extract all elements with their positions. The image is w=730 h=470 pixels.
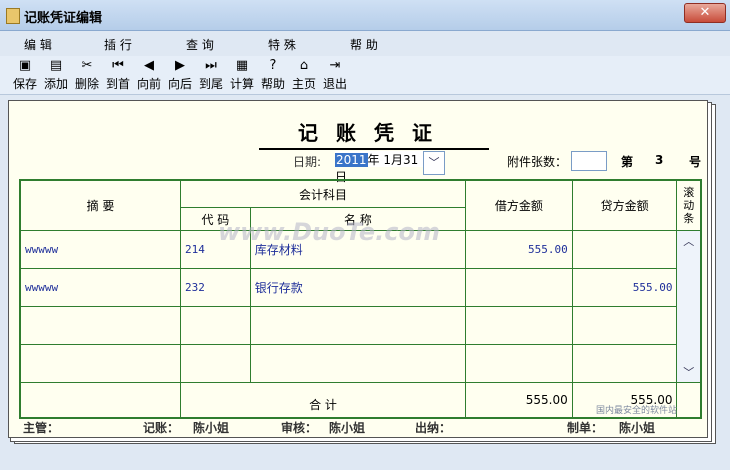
- delete-icon: ✂: [81, 58, 93, 73]
- header-debit: 借方金额: [464, 179, 573, 231]
- previous-button[interactable]: ◀ 向前: [134, 58, 164, 92]
- save-icon: ▣: [18, 58, 32, 73]
- bookkeeper-name: 陈小姐: [193, 421, 230, 435]
- voucher-sheet: 记账凭证 日期: 2011年 1月31日 ﹀ 附件张数： 第 3 号 摘 要 会…: [8, 100, 708, 438]
- voucher-table: 摘 要 会计科目 借方金额 贷方金额 滚动条 代 码 名 称 wwwww 214…: [19, 179, 702, 419]
- help-button[interactable]: ? 帮助: [258, 58, 288, 92]
- cashier-label: 出纳：: [415, 421, 452, 435]
- summary-cell[interactable]: [19, 344, 181, 383]
- add-icon: ▤: [49, 58, 63, 73]
- window-title: 记账凭证编辑: [24, 11, 103, 26]
- code-cell[interactable]: 232: [179, 268, 251, 307]
- credit-cell[interactable]: 555.00: [571, 268, 678, 307]
- attachments-label: 附件张数：: [507, 155, 568, 169]
- scroll-up-icon[interactable]: ︿: [677, 233, 700, 249]
- last-icon: ⏭: [205, 58, 217, 73]
- calculator-button[interactable]: ▦ 计算: [227, 58, 257, 92]
- attachments-input[interactable]: [571, 151, 607, 171]
- code-cell[interactable]: [179, 344, 251, 383]
- first-icon: ⏮: [112, 58, 124, 73]
- save-button[interactable]: ▣ 保存: [10, 58, 40, 92]
- header-summary: 摘 要: [19, 179, 181, 231]
- close-button[interactable]: ✕: [684, 3, 726, 23]
- voucher-number: 3: [655, 153, 664, 167]
- app-icon: [6, 8, 20, 24]
- scroll-down-icon[interactable]: ﹀: [677, 364, 700, 380]
- menu-insert-row[interactable]: 插 行: [104, 36, 132, 53]
- prev-icon: ◀: [144, 58, 154, 73]
- watermark: www.DuoTe.com: [218, 218, 440, 246]
- total-scroll-blank: [676, 382, 702, 419]
- menu-help[interactable]: 帮 助: [350, 36, 378, 53]
- last-button[interactable]: ⏭ 到尾: [196, 58, 226, 92]
- header-scroll: 滚动条: [676, 179, 702, 231]
- credit-cell[interactable]: [571, 306, 678, 345]
- menu-bar: 编 辑 插 行 查 询 特 殊 帮 助: [0, 31, 730, 55]
- add-button[interactable]: ▤ 添加: [41, 58, 71, 92]
- calculator-icon: ▦: [235, 58, 249, 73]
- home-icon: ⌂: [299, 58, 309, 73]
- voucher-number-suffix: 号: [689, 155, 702, 169]
- help-icon: ?: [269, 58, 277, 73]
- next-button[interactable]: ▶ 向后: [165, 58, 195, 92]
- date-dropdown-button[interactable]: ﹀: [423, 151, 445, 175]
- date-label: 日期:: [293, 155, 322, 169]
- maker-label: 制单：: [567, 421, 604, 435]
- table-row[interactable]: wwwww 232 银行存款 555.00: [19, 268, 701, 307]
- name-cell[interactable]: [249, 344, 466, 383]
- total-label: 合 计: [179, 382, 466, 419]
- date-year: 2011: [335, 153, 368, 167]
- summary-cell[interactable]: [19, 306, 181, 345]
- name-cell[interactable]: 银行存款: [249, 268, 466, 307]
- voucher-title: 记账凭证: [259, 117, 489, 150]
- summary-cell[interactable]: wwwww: [19, 230, 181, 269]
- toolbar: ▣ 保存 ▤ 添加 ✂ 删除 ⏮ 到首 ◀ 向前 ▶ 向后 ⏭ 到尾 ▦ 计算 ? 帮助 ⌂ 主页 …: [0, 56, 730, 95]
- chevron-down-icon: ﹀: [428, 156, 440, 169]
- vertical-scrollbar[interactable]: ︿ ﹀: [676, 230, 702, 383]
- title-bar: 记账凭证编辑 ✕: [0, 0, 730, 31]
- summary-cell[interactable]: wwwww: [19, 268, 181, 307]
- exit-icon: ⇥: [329, 58, 341, 73]
- debit-cell[interactable]: 555.00: [464, 230, 573, 269]
- exit-button[interactable]: ⇥ 退出: [320, 58, 350, 92]
- home-button[interactable]: ⌂ 主页: [289, 58, 319, 92]
- maker-name: 陈小姐: [619, 421, 656, 435]
- voucher-number-label: 第: [621, 155, 634, 169]
- debit-cell[interactable]: [464, 268, 573, 307]
- name-cell[interactable]: [249, 306, 466, 345]
- reviewer-name: 陈小姐: [329, 421, 366, 435]
- supervisor-label: 主管：: [23, 421, 60, 435]
- reviewer-label: 审核：: [281, 421, 318, 435]
- menu-special[interactable]: 特 殊: [268, 36, 296, 53]
- date-field[interactable]: 2011年 1月31日: [335, 151, 425, 184]
- debit-cell[interactable]: [464, 306, 573, 345]
- bookkeeper-label: 记账：: [143, 421, 180, 435]
- total-blank: [19, 382, 181, 419]
- table-row[interactable]: [19, 344, 701, 383]
- menu-query[interactable]: 查 询: [186, 36, 214, 53]
- total-debit: 555.00: [464, 382, 573, 419]
- corner-watermark: 国内最安全的软件站: [596, 406, 678, 416]
- code-cell[interactable]: [179, 306, 251, 345]
- header-account: 会计科目: [179, 179, 466, 208]
- credit-cell[interactable]: [571, 344, 678, 383]
- debit-cell[interactable]: [464, 344, 573, 383]
- header-credit: 贷方金额: [571, 179, 678, 231]
- menu-edit[interactable]: 编 辑: [24, 36, 52, 53]
- delete-button[interactable]: ✂ 删除: [72, 58, 102, 92]
- credit-cell[interactable]: [571, 230, 678, 269]
- table-row[interactable]: [19, 306, 701, 345]
- next-icon: ▶: [175, 58, 185, 73]
- first-button[interactable]: ⏮ 到首: [103, 58, 133, 92]
